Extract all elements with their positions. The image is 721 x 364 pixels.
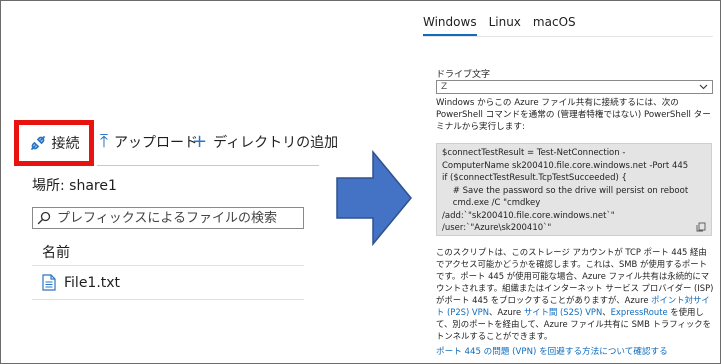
row-divider xyxy=(32,299,304,300)
expressroute-link[interactable]: ExpressRoute xyxy=(611,307,668,317)
code-line: $connectTestResult = Test-NetConnection … xyxy=(442,148,626,158)
powershell-code-block: $connectTestResult = Test-NetConnection … xyxy=(436,143,712,236)
connect-panel: Windows Linux macOS ドライブ文字 Z Windows からこ… xyxy=(420,0,720,364)
chevron-down-icon xyxy=(699,84,708,90)
drive-letter-label: ドライブ文字 xyxy=(436,70,491,80)
copy-icon[interactable] xyxy=(696,222,706,232)
tabs-divider xyxy=(423,36,713,37)
file-name: File1.txt xyxy=(64,274,121,291)
file-icon xyxy=(42,274,56,291)
connect-button[interactable]: 接続 xyxy=(14,120,94,166)
code-line: cmd.exe /C "cmdkey xyxy=(442,198,541,208)
search-box[interactable] xyxy=(32,207,304,229)
code-line: /user:`"Azure\sk200410`" xyxy=(442,223,552,233)
search-input[interactable] xyxy=(55,209,299,227)
tab-linux[interactable]: Linux xyxy=(489,15,521,36)
os-tabs: Windows Linux macOS xyxy=(423,15,576,36)
code-line: # Save the password so the drive will pe… xyxy=(442,185,689,196)
s2s-vpn-link[interactable]: サイト間 (S2S) VPN xyxy=(524,307,602,317)
toolbar-divider xyxy=(97,165,319,166)
code-line: /add:`"sk200410.file.core.windows.net`" xyxy=(442,210,615,221)
file-share-panel: 接続 ⤒ アップロード + ディレクトリの追加 場所: share1 名前 Fi… xyxy=(0,0,338,364)
note-text: 、 xyxy=(602,307,611,317)
file-row[interactable]: File1.txt xyxy=(42,274,120,291)
tab-windows[interactable]: Windows xyxy=(423,15,477,36)
search-icon xyxy=(37,211,51,225)
port-445-note: このスクリプトは、このストレージ アカウントが TCP ポート 445 経由でア… xyxy=(436,246,714,342)
note-text: 、Azure xyxy=(488,307,524,317)
connect-label: 接続 xyxy=(51,136,80,152)
column-header-name[interactable]: 名前 xyxy=(42,242,70,262)
code-line: ComputerName sk200410.file.core.windows.… xyxy=(442,160,689,171)
link-icon xyxy=(30,136,45,150)
upload-icon: ⤒ xyxy=(100,131,108,152)
add-directory-button[interactable]: + ディレクトリの追加 xyxy=(192,132,338,152)
port-445-workaround-link[interactable]: ポート 445 の問題 (VPN) を回避する方法について確認する xyxy=(436,345,668,357)
upload-button[interactable]: ⤒ アップロード xyxy=(100,132,198,152)
drive-letter-select[interactable]: Z xyxy=(436,80,713,94)
tab-macos[interactable]: macOS xyxy=(533,15,576,36)
upload-label: アップロード xyxy=(113,135,198,151)
code-line: if ($connectTestResult.TcpTestSucceeded)… xyxy=(442,173,627,183)
drive-letter-value: Z xyxy=(441,82,448,92)
header-divider xyxy=(32,265,304,266)
plus-icon: + xyxy=(192,131,208,152)
add-directory-label: ディレクトリの追加 xyxy=(213,135,339,151)
right-arrow-icon xyxy=(336,149,412,247)
instructions-text: Windows からこの Azure ファイル共有に接続するには、次の Powe… xyxy=(436,98,711,132)
toolbar: 接続 ⤒ アップロード + ディレクトリの追加 xyxy=(14,120,338,168)
location-label: 場所: share1 xyxy=(32,178,117,194)
